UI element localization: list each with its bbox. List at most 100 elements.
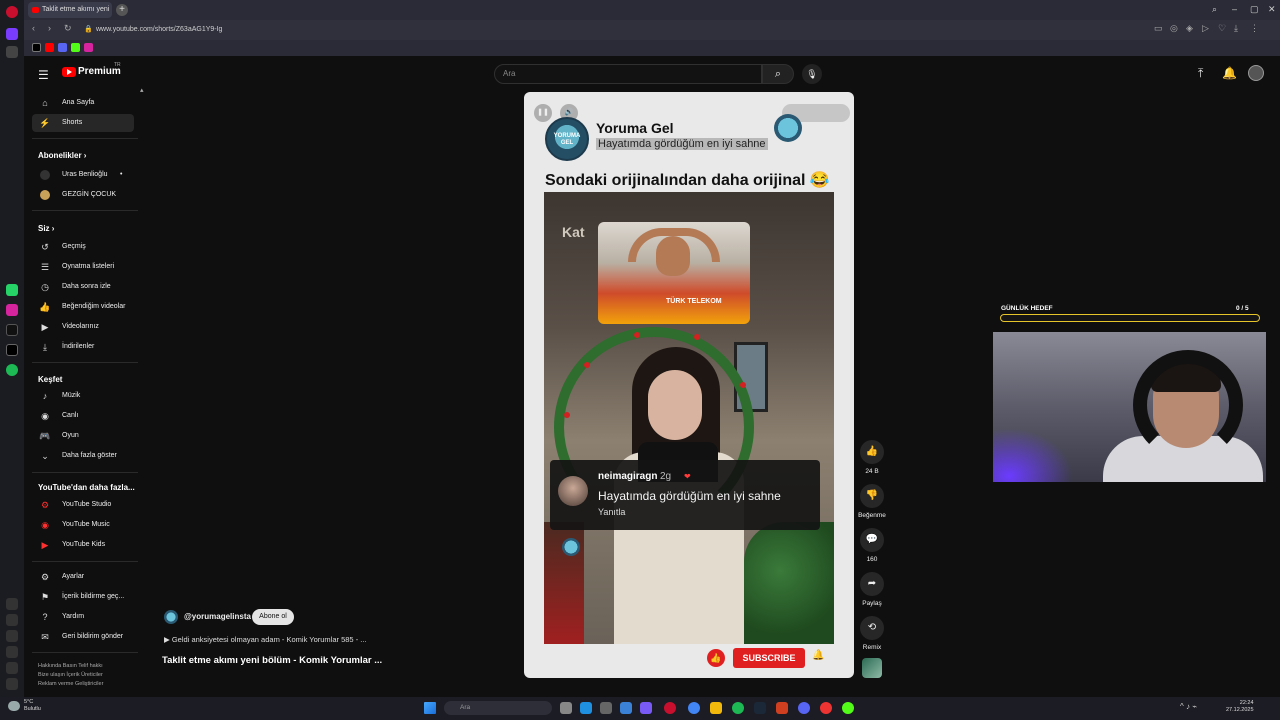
sidebar-item-live[interactable]: ◉ Canlı bbox=[32, 407, 134, 425]
search-tabs-icon[interactable]: ⌕ bbox=[1212, 4, 1217, 15]
youtube-bookmark-icon[interactable] bbox=[45, 43, 54, 52]
share-icon[interactable]: ➦ bbox=[860, 572, 884, 596]
history-icon[interactable] bbox=[6, 614, 18, 626]
play-icon[interactable]: ▷ bbox=[1202, 23, 1209, 34]
remix-action[interactable]: ⟲ Remix bbox=[860, 616, 884, 651]
more-icon[interactable] bbox=[6, 678, 18, 690]
folder-icon[interactable] bbox=[710, 702, 722, 714]
edge-icon[interactable] bbox=[580, 702, 592, 714]
download-icon[interactable]: ⤓ bbox=[1234, 23, 1238, 34]
close-icon[interactable]: ✕ bbox=[1268, 4, 1276, 15]
sidebar-item-kids[interactable]: ▶ YouTube Kids bbox=[32, 536, 134, 554]
tray-icons[interactable]: ^ ♪ ⌁ bbox=[1180, 702, 1197, 711]
mic-button[interactable]: 🎙 bbox=[802, 64, 822, 84]
task-view-icon[interactable] bbox=[560, 702, 572, 714]
you-heading[interactable]: Siz › bbox=[38, 224, 54, 233]
footer-links[interactable]: Hakkında Basın Telif hakkı bbox=[38, 662, 103, 671]
bulb-icon[interactable] bbox=[6, 662, 18, 674]
camera-icon[interactable]: ◎ bbox=[1170, 23, 1178, 34]
sidebar-item-history[interactable]: ↺ Geçmiş bbox=[32, 238, 134, 256]
dislike-action[interactable]: 👎 Beğenme bbox=[858, 484, 886, 519]
kick-bookmark-icon[interactable] bbox=[71, 43, 80, 52]
sidebar-item-subscription[interactable]: GEZGİN ÇOCUK bbox=[32, 186, 134, 204]
heart-icon[interactable] bbox=[6, 598, 18, 610]
sidebar-item-settings[interactable]: ⚙ Ayarlar bbox=[32, 568, 134, 586]
sidebar-item-music-app[interactable]: ◉ YouTube Music bbox=[32, 516, 134, 534]
comments-action[interactable]: 💬 160 bbox=[860, 528, 884, 563]
sidebar-item-music[interactable]: ♪ Müzik bbox=[32, 387, 134, 405]
remix-icon[interactable]: ⟲ bbox=[860, 616, 884, 640]
sidebar-item-report-history[interactable]: ⚑ İçerik bildirme geç... bbox=[32, 588, 134, 606]
sidebar-item-liked[interactable]: 👍 Beğendiğim videolar bbox=[32, 298, 134, 316]
forward-icon[interactable]: › bbox=[48, 23, 51, 33]
menu-icon[interactable]: ☰ bbox=[38, 68, 49, 82]
discord-icon[interactable] bbox=[798, 702, 810, 714]
sound-thumbnail[interactable] bbox=[862, 658, 882, 678]
opera-logo-icon[interactable] bbox=[6, 6, 18, 18]
bell-icon[interactable]: 🔔 bbox=[1222, 66, 1237, 80]
avatar[interactable] bbox=[1248, 65, 1264, 81]
steam-icon[interactable] bbox=[754, 702, 766, 714]
windows-start-icon[interactable] bbox=[424, 702, 436, 714]
x-icon[interactable] bbox=[6, 344, 18, 356]
sidebar-item-home[interactable]: ⌂ Ana Sayfa bbox=[32, 94, 134, 112]
instagram-bookmark-icon[interactable] bbox=[84, 43, 93, 52]
menu-dots-icon[interactable]: ⋮ bbox=[1250, 23, 1259, 34]
taskbar-search-input[interactable]: Ara bbox=[444, 701, 552, 715]
chrome-icon[interactable] bbox=[688, 702, 700, 714]
reload-icon[interactable]: ↻ bbox=[64, 23, 72, 34]
thumb-up-icon[interactable]: 👍 bbox=[860, 440, 884, 464]
discord-bookmark-icon[interactable] bbox=[58, 43, 67, 52]
heart-icon[interactable]: ♡ bbox=[1218, 23, 1226, 34]
comment-icon[interactable]: 💬 bbox=[860, 528, 884, 552]
tab-youtube[interactable]: Taklit etme akımı yeni bbox=[28, 2, 112, 18]
scroll-up-icon[interactable]: ▴ bbox=[140, 86, 144, 94]
back-icon[interactable]: ‹ bbox=[32, 23, 35, 33]
sidebar-item-shorts[interactable]: ⚡ Shorts bbox=[32, 114, 134, 132]
new-tab-button[interactable]: + bbox=[116, 4, 128, 16]
home-icon[interactable] bbox=[6, 28, 18, 40]
subscribe-button[interactable]: Abone ol bbox=[252, 609, 294, 625]
footer-links[interactable]: Bize ulaşın İçerik Üreticiler bbox=[38, 671, 103, 680]
star-icon[interactable] bbox=[6, 46, 18, 58]
sidebar-item-watch-later[interactable]: ◷ Daha sonra izle bbox=[32, 278, 134, 296]
sidebar-item-studio[interactable]: ⚙ YouTube Studio bbox=[32, 496, 134, 514]
app-icon[interactable] bbox=[842, 702, 854, 714]
instagram-icon[interactable] bbox=[6, 304, 18, 316]
spotify-icon[interactable] bbox=[6, 364, 18, 376]
sidebar-item-gaming[interactable]: 🎮 Oyun bbox=[32, 427, 134, 445]
search-button[interactable]: ⌕ bbox=[762, 64, 794, 84]
minimize-icon[interactable]: – bbox=[1232, 4, 1237, 14]
extension-icon[interactable]: ▭ bbox=[1154, 23, 1163, 34]
sidebar-item-help[interactable]: ? Yardım bbox=[32, 608, 134, 626]
subscriptions-heading[interactable]: Abonelikler › bbox=[38, 151, 86, 160]
short-title[interactable]: Taklit etme akımı yeni bölüm - Komik Yor… bbox=[162, 655, 382, 666]
clock[interactable]: 22:24 27.12.2025 bbox=[1226, 700, 1254, 714]
tiktok-icon[interactable] bbox=[6, 324, 18, 336]
pause-icon[interactable]: ❚❚ bbox=[534, 104, 552, 122]
weather-icon[interactable] bbox=[8, 701, 20, 711]
maximize-icon[interactable]: ▢ bbox=[1250, 4, 1259, 15]
whatsapp-icon[interactable] bbox=[6, 284, 18, 296]
sidebar-item-downloads[interactable]: ⤓ İndirilenler bbox=[32, 338, 134, 356]
playlist-link[interactable]: ▶ Geldi anksiyetesi olmayan adam - Komik… bbox=[164, 635, 367, 644]
upload-icon[interactable]: ⤒ bbox=[1198, 66, 1203, 81]
spotify-icon[interactable] bbox=[732, 702, 744, 714]
like-action[interactable]: 👍 24 B bbox=[860, 440, 884, 475]
shield-icon[interactable]: ◈ bbox=[1186, 23, 1193, 34]
weather-widget[interactable]: 5°C Bulutlu bbox=[24, 699, 41, 713]
channel-handle[interactable]: @yorumagelinsta bbox=[184, 612, 251, 621]
thumb-down-icon[interactable]: 👎 bbox=[860, 484, 884, 508]
sidebar-item-subscription[interactable]: Uras Benlioğlu • bbox=[32, 166, 134, 184]
opera-icon[interactable] bbox=[664, 702, 676, 714]
url-field[interactable]: 🔒 www.youtube.com/shorts/Z63aAG1Y9-Ig bbox=[80, 23, 1130, 37]
app-icon[interactable] bbox=[640, 702, 652, 714]
search-input[interactable]: Ara bbox=[494, 64, 762, 84]
short-video-player[interactable]: ❚❚ 🔊 YORUMA GEL Yoruma Gel Hayatımda gör… bbox=[524, 92, 854, 678]
sidebar-item-your-videos[interactable]: ▶ Videolarınız bbox=[32, 318, 134, 336]
footer-links[interactable]: Reklam verme Geliştiriciler bbox=[38, 680, 103, 689]
sidebar-item-feedback[interactable]: ✉ Geri bildirim gönder bbox=[32, 628, 134, 646]
share-action[interactable]: ➦ Paylaş bbox=[860, 572, 884, 607]
settings-icon[interactable] bbox=[6, 646, 18, 658]
x-bookmark-icon[interactable] bbox=[32, 43, 41, 52]
